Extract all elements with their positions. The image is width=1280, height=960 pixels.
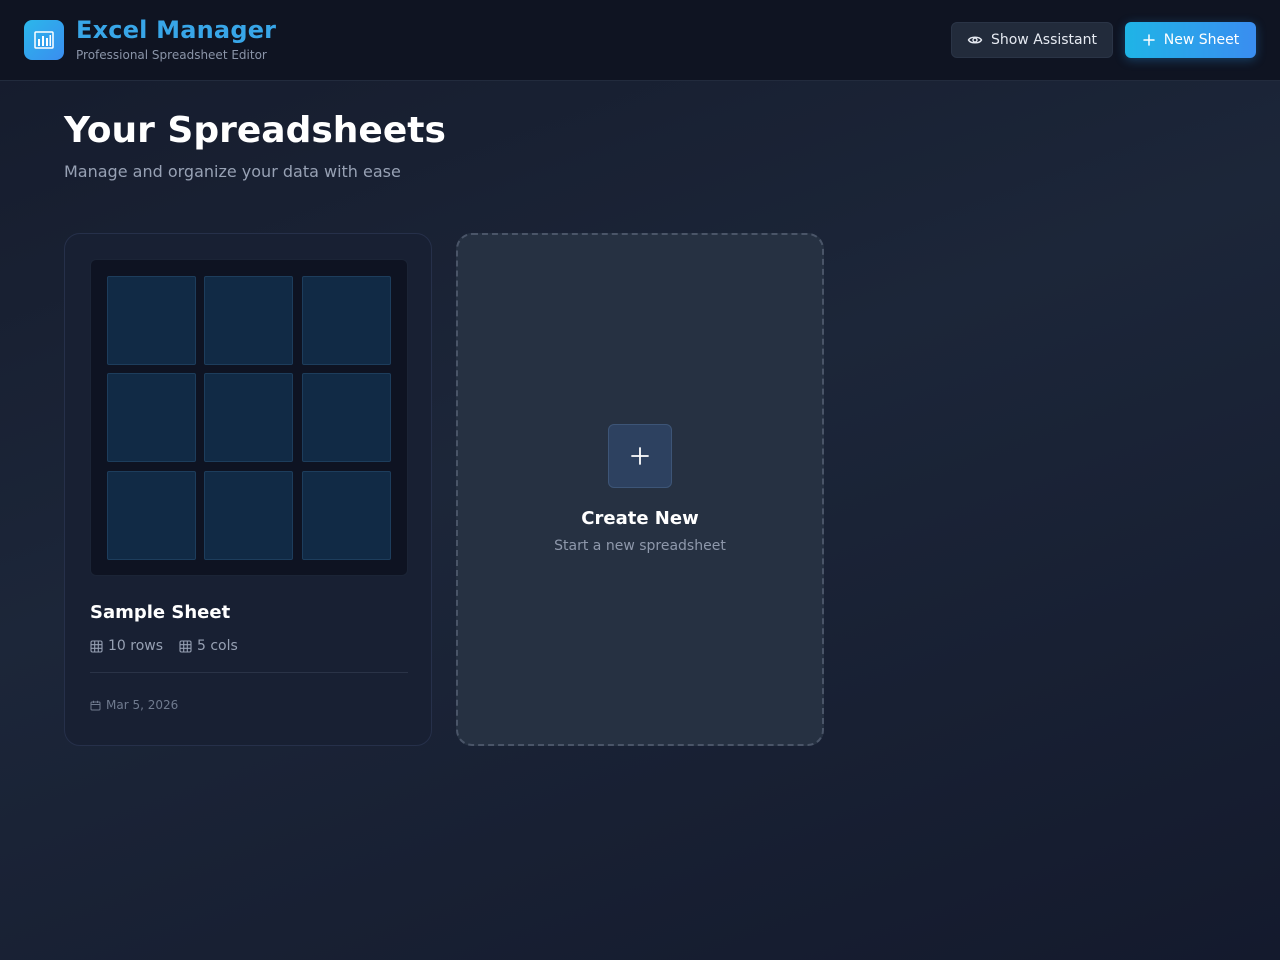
preview-cell xyxy=(204,471,293,560)
sheet-card[interactable]: Sample Sheet 10 rows 5 cols Mar 5, 2026 xyxy=(64,233,432,746)
app-title: Excel Manager xyxy=(76,16,277,44)
rows-count: 10 rows xyxy=(90,637,163,655)
rows-label: 10 rows xyxy=(108,638,164,654)
calendar-icon xyxy=(90,700,101,710)
preview-cell xyxy=(204,373,293,462)
app-subtitle: Professional Spreadsheet Editor xyxy=(76,48,267,62)
new-sheet-label: New Sheet xyxy=(1163,32,1240,48)
preview-cell xyxy=(107,471,196,560)
sheet-preview xyxy=(90,259,408,576)
preview-cell xyxy=(107,373,196,462)
show-assistant-label: Show Assistant xyxy=(990,32,1097,48)
preview-cell xyxy=(107,276,196,365)
new-sheet-button[interactable]: New Sheet xyxy=(1125,22,1256,58)
sheet-date: Mar 5, 2026 xyxy=(90,697,178,713)
show-assistant-button[interactable]: Show Assistant xyxy=(951,22,1113,58)
grid-icon xyxy=(179,639,192,653)
create-new-subtitle: Start a new spreadsheet xyxy=(554,538,726,554)
preview-cell xyxy=(302,471,391,560)
grid-icon xyxy=(90,639,103,653)
page-subtitle: Manage and organize your data with ease xyxy=(64,162,401,181)
create-new-card[interactable]: Create New Start a new spreadsheet xyxy=(456,233,824,746)
eye-icon xyxy=(967,36,983,44)
top-bar: Excel Manager Professional Spreadsheet E… xyxy=(0,0,1280,81)
card-divider xyxy=(90,672,408,673)
sheet-name: Sample Sheet xyxy=(90,602,231,623)
cols-count: 5 cols xyxy=(179,637,238,655)
plus-icon xyxy=(631,447,649,465)
cols-label: 5 cols xyxy=(197,638,238,654)
preview-cell xyxy=(204,276,293,365)
plus-icon xyxy=(1143,34,1155,46)
create-new-title: Create New xyxy=(581,508,699,529)
bar-chart-icon xyxy=(34,31,54,49)
preview-cell xyxy=(302,373,391,462)
preview-cell xyxy=(302,276,391,365)
page-title: Your Spreadsheets xyxy=(64,110,446,151)
app-logo xyxy=(24,20,64,60)
sheet-date-label: Mar 5, 2026 xyxy=(106,698,179,712)
create-new-plus-box xyxy=(608,424,672,488)
